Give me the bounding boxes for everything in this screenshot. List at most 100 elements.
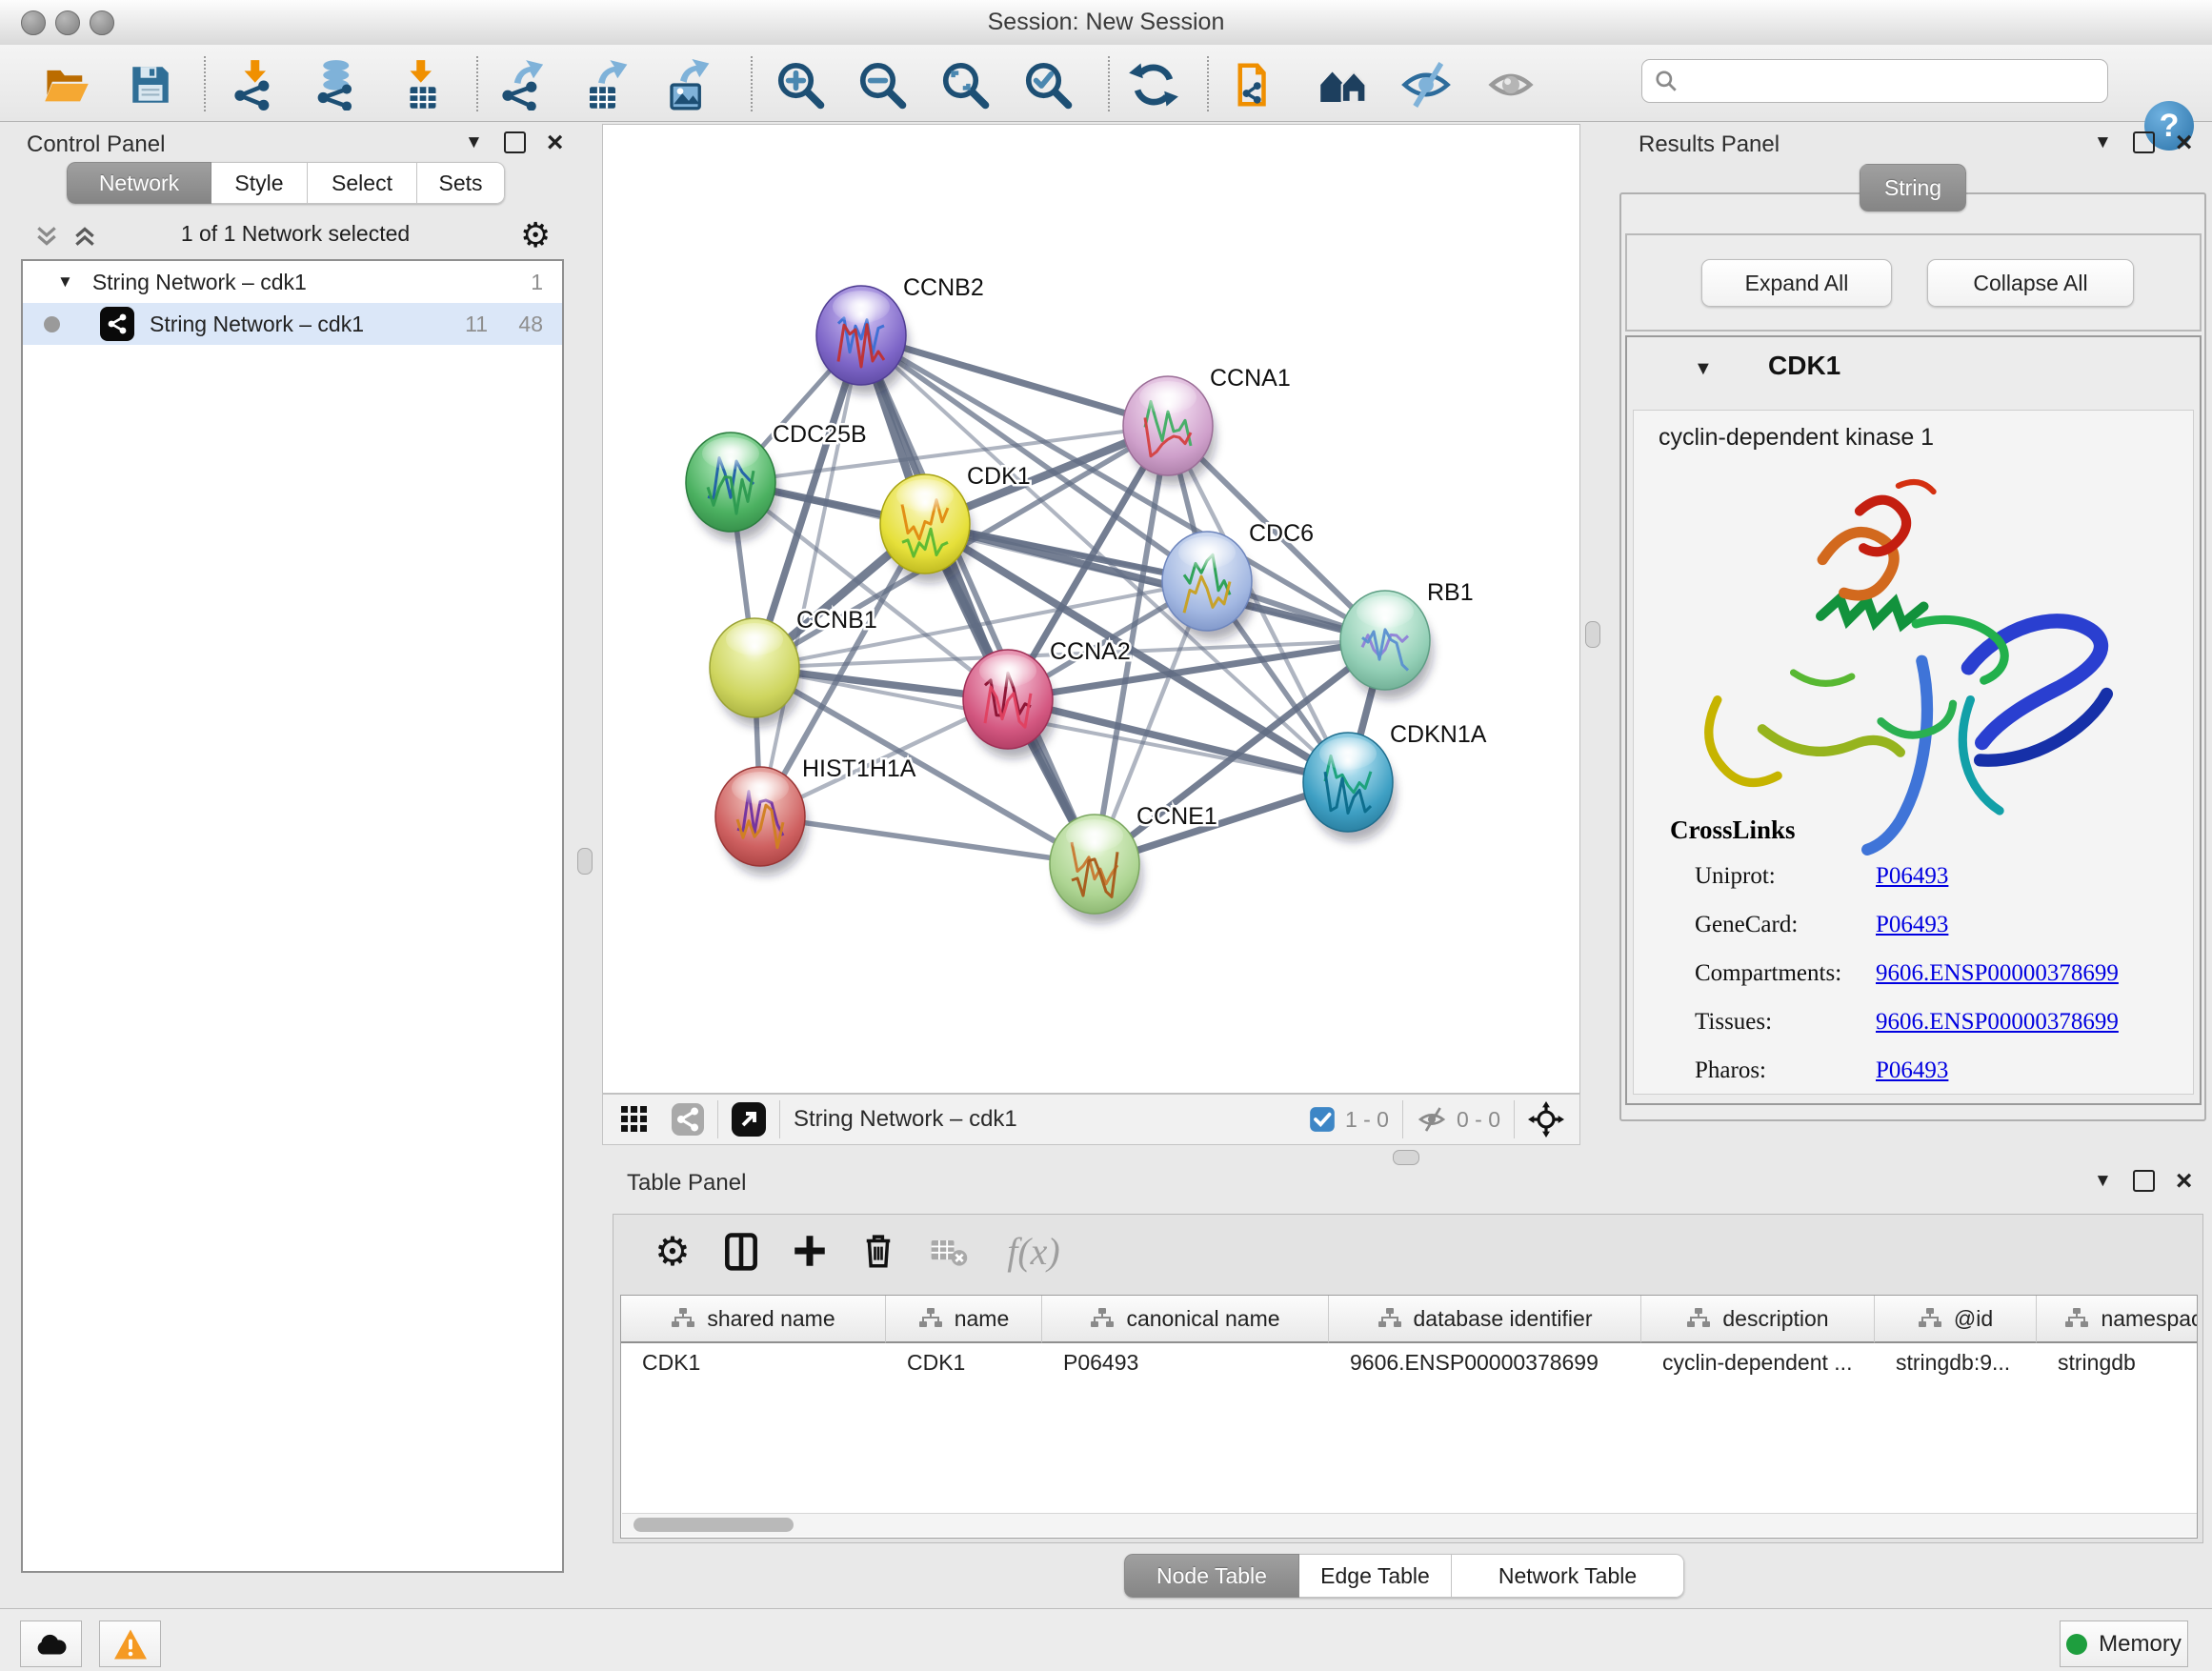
results-panel-tabs: String [1860,164,1966,211]
add-column-button[interactable] [781,1215,838,1287]
column-header-namespac[interactable]: namespac [2037,1296,2198,1343]
tab-node-table[interactable]: Node Table [1124,1554,1299,1598]
fit-crosshair-icon[interactable] [1528,1101,1564,1137]
table-cell[interactable]: cyclin-dependent ... [1641,1343,1875,1381]
right-splitter-handle[interactable] [1585,621,1600,648]
column-header-label: canonical name [1126,1306,1279,1332]
panel-menu-icon[interactable]: ▼ [2094,132,2112,153]
edge-CCNB2-CCNE1[interactable] [861,335,1095,864]
expand-all-icon[interactable] [72,224,97,249]
tab-edge-table[interactable]: Edge Table [1299,1554,1452,1598]
network-overview-icon[interactable] [672,1103,704,1136]
import-network-from-database-button[interactable] [312,58,365,111]
table-cell[interactable]: CDK1 [886,1343,1042,1381]
collection-label: String Network – cdk1 [92,270,307,295]
column-header-shared-name[interactable]: shared name [621,1296,886,1343]
bottom-splitter-handle[interactable] [1393,1150,1419,1165]
collection-expand-icon[interactable]: ▼ [57,272,73,292]
export-image-button[interactable] [662,58,715,111]
tab-string[interactable]: String [1860,164,1966,211]
crosslink-link[interactable]: P06493 [1876,912,1948,938]
zoom-out-button[interactable] [855,58,909,111]
edge-CCNB2-HIST1H1A[interactable] [760,335,861,816]
table-cell[interactable]: stringdb:9... [1875,1343,2037,1381]
tab-sets[interactable]: Sets [417,162,505,204]
save-session-button[interactable] [124,58,177,111]
panel-float-icon[interactable] [2133,1170,2155,1192]
tab-network-table[interactable]: Network Table [1452,1554,1684,1598]
attribute-table[interactable]: shared namename canonical name database id… [620,1295,2198,1539]
panel-close-icon[interactable]: × [2176,1172,2193,1191]
panel-menu-icon[interactable]: ▼ [2094,1171,2112,1192]
entry-description: cyclin-dependent kinase 1 [1659,424,1934,452]
crosslink-link[interactable]: P06493 [1876,863,1948,890]
crosslink-link[interactable]: 9606.ENSP00000378699 [1876,960,2119,987]
network-tree: ▼ String Network – cdk1 1 String Network… [21,259,564,1573]
zoom-in-button[interactable] [774,58,827,111]
left-splitter-handle[interactable] [577,848,593,875]
panel-close-icon[interactable]: × [547,133,564,152]
first-neighbors-button[interactable] [1317,58,1371,111]
horizontal-scrollbar[interactable] [622,1513,2198,1537]
viewbar-separator [717,1100,718,1138]
network-graph[interactable]: CCNB2CCNA1CDC25BCDK1CDC6RB1CCNB1CCNA2CDK… [603,125,1579,1093]
table-cell[interactable]: P06493 [1042,1343,1329,1381]
crosslink-link[interactable]: P06493 [1876,1057,1948,1084]
table-cell[interactable]: stringdb [2037,1343,2198,1381]
column-header-database-identifier[interactable]: database identifier [1329,1296,1641,1343]
delete-column-button[interactable] [850,1215,907,1287]
panel-float-icon[interactable] [504,131,526,153]
panel-close-icon[interactable]: × [2176,133,2193,152]
network-canvas[interactable]: CCNB2CCNA1CDC25BCDK1CDC6RB1CCNB1CCNA2CDK… [602,124,1580,1094]
hide-selected-button[interactable] [1399,58,1453,111]
result-entry-cdk1: ▼ CDK1 cyclin-dependent kinase 1 CrossLi… [1625,335,2202,1105]
zoom-out-icon [856,59,908,111]
hidden-eye-icon[interactable] [1417,1104,1447,1135]
tab-style[interactable]: Style [211,162,308,204]
open-session-button[interactable] [40,58,93,111]
panel-menu-icon[interactable]: ▼ [465,132,483,153]
table-cell[interactable]: 9606.ENSP00000378699 [1329,1343,1641,1381]
column-header-name[interactable]: name [886,1296,1042,1343]
viewbar-separator [779,1100,780,1138]
tab-network[interactable]: Network [67,162,211,204]
column-header-description[interactable]: description [1641,1296,1875,1343]
zoom-fit-button[interactable] [938,58,992,111]
column-header--id[interactable]: @id [1875,1296,2037,1343]
zoom-selected-button[interactable] [1021,58,1075,111]
detach-view-icon[interactable] [732,1102,766,1137]
apply-preferred-layout-button[interactable] [1127,58,1180,111]
cloud-status-button[interactable] [20,1621,82,1667]
new-network-from-selection-button[interactable] [1233,58,1286,111]
column-header-canonical-name[interactable]: canonical name [1042,1296,1329,1343]
tab-select[interactable]: Select [308,162,417,204]
crosslink-label: Pharos: [1695,1057,1766,1084]
search-field[interactable] [1679,68,2107,95]
import-table-from-file-button[interactable] [396,58,450,111]
network-collection-row[interactable]: ▼ String Network – cdk1 1 [23,261,562,303]
collapse-all-button[interactable]: Collapse All [1927,259,2134,307]
show-all-button[interactable] [1484,58,1538,111]
edge-HIST1H1A-CCNE1[interactable] [760,816,1095,864]
warnings-button[interactable] [99,1621,161,1667]
table-gear-button[interactable]: ⚙ [644,1215,701,1287]
import-network-from-file-button[interactable] [231,58,284,111]
collapse-all-icon[interactable] [34,224,59,249]
export-network-button[interactable] [498,58,552,111]
import-table-icon [397,59,449,111]
options-gear-icon[interactable]: ⚙ [520,215,551,255]
select-columns-button[interactable] [713,1215,770,1287]
table-cell[interactable]: CDK1 [621,1343,886,1381]
network-row-selected[interactable]: String Network – cdk1 11 48 [23,303,562,345]
search-input[interactable] [1641,59,2108,103]
export-table-button[interactable] [580,58,633,111]
memory-button[interactable]: Memory [2060,1621,2188,1667]
crosslink-link[interactable]: 9606.ENSP00000378699 [1876,1009,2119,1036]
scrollbar-thumb[interactable] [633,1518,794,1532]
selected-checkbox-icon[interactable] [1309,1106,1336,1133]
panel-float-icon[interactable] [2133,131,2155,153]
expand-all-button[interactable]: Expand All [1701,259,1892,307]
entry-collapse-icon[interactable]: ▼ [1694,358,1713,380]
function-builder-button-disabled: f(x) [993,1215,1075,1287]
graphics-details-icon[interactable] [620,1105,649,1134]
